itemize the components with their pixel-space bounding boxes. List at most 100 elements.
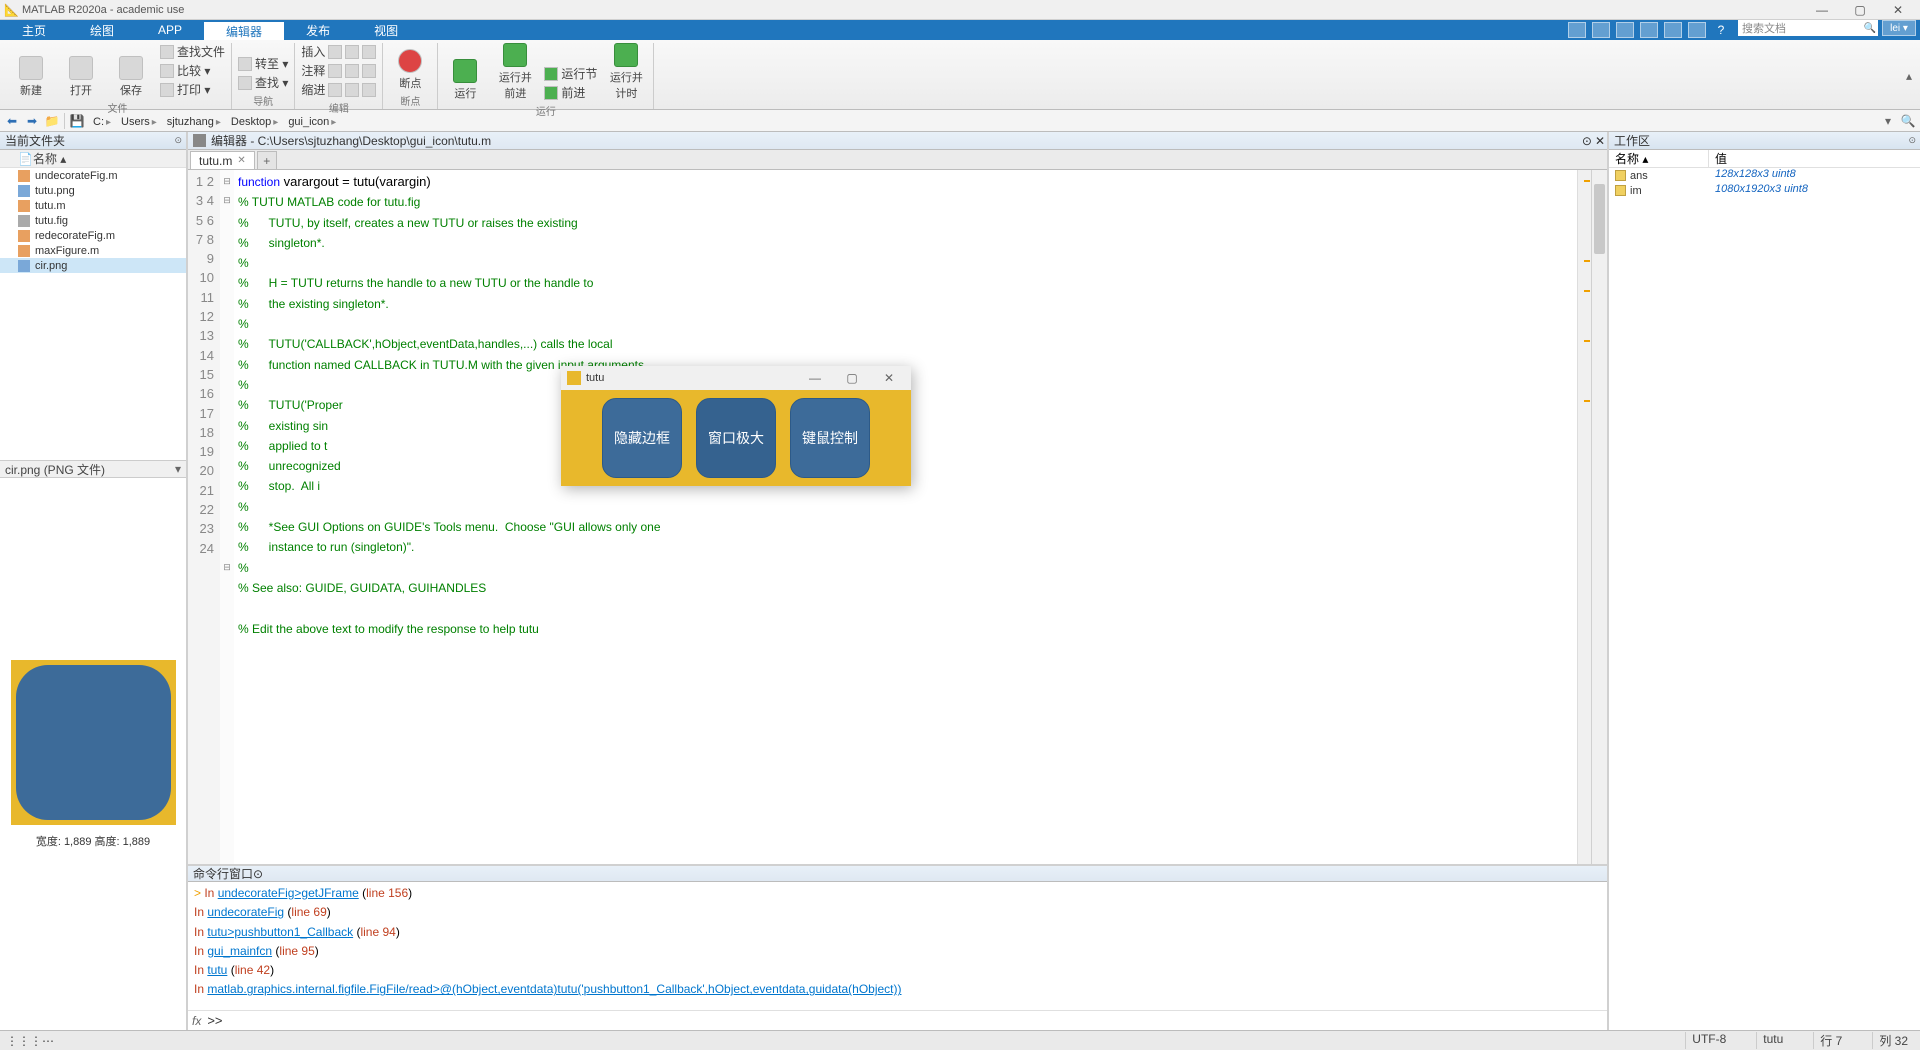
ribbon-tab-4[interactable]: 发布 (284, 20, 352, 40)
file-item[interactable]: tutu.fig (0, 213, 186, 228)
nav-forward[interactable]: ➡ (24, 113, 40, 129)
ws-name-column[interactable]: 名称 ▴ (1609, 150, 1709, 167)
nav-up[interactable]: 📁 (44, 113, 60, 129)
workspace-row[interactable]: im1080x1920x3 uint8 (1609, 183, 1920, 198)
advance-button[interactable]: 前进 (544, 84, 597, 101)
panel-menu-icon[interactable]: ⊙ (172, 135, 184, 146)
popup-action-button[interactable]: 隐藏边框 (602, 398, 682, 478)
ribbon-tab-0[interactable]: 主页 (0, 20, 68, 40)
status-col: 列 32 (1872, 1032, 1914, 1049)
popup-minimize[interactable]: — (799, 371, 831, 385)
quickaccess-icon[interactable] (1592, 22, 1610, 38)
command-window-header: 命令行窗口 ⊙ (188, 864, 1607, 882)
insert-row[interactable]: 插入 (301, 43, 376, 60)
popup-icon (567, 371, 581, 385)
nav-drive-icon[interactable]: 💾 (69, 113, 85, 129)
ribbon-tab-1[interactable]: 绘图 (68, 20, 136, 40)
editor-close-icon[interactable]: ✕ (1595, 134, 1605, 148)
ribbon-tab-2[interactable]: APP (136, 20, 204, 40)
matlab-icon: 📐 (4, 3, 18, 17)
address-search-icon[interactable]: 🔍 (1900, 113, 1916, 129)
ribbon-tab-3[interactable]: 编辑器 (204, 20, 284, 40)
quickaccess-icon[interactable] (1640, 22, 1658, 38)
ribbon-tab-5[interactable]: 视图 (352, 20, 420, 40)
file-detail-bar: cir.png (PNG 文件) ▾ (0, 460, 186, 478)
editor-tab[interactable]: tutu.m✕ (190, 151, 255, 169)
code-editor[interactable]: 1 2 3 4 5 6 7 8 9 10 11 12 13 14 15 16 1… (188, 170, 1607, 864)
quickaccess-icon[interactable] (1616, 22, 1634, 38)
fx-icon[interactable]: fx (192, 1014, 201, 1028)
help-icon[interactable]: ? (1712, 22, 1730, 38)
window-close[interactable]: ✕ (1886, 3, 1910, 17)
file-preview: 宽度: 1,889 高度: 1,889 (0, 478, 186, 1030)
run-advance-button[interactable]: 运行并 前进 (494, 43, 536, 101)
print-button[interactable]: 打印 ▾ (160, 81, 225, 98)
popup-action-button[interactable]: 键鼠控制 (790, 398, 870, 478)
ribbon-tabs: 主页绘图APP编辑器发布视图? 搜索文档lei ▾ (0, 20, 1920, 40)
preview-caption: 宽度: 1,889 高度: 1,889 (36, 833, 150, 849)
file-item[interactable]: tutu.png (0, 183, 186, 198)
window-maximize[interactable]: ▢ (1848, 3, 1872, 17)
save-file-button[interactable]: 保存 (110, 56, 152, 98)
quickaccess-icon[interactable] (1568, 22, 1586, 38)
command-window[interactable]: > In undecorateFig>getJFrame (line 156) … (188, 882, 1607, 1010)
title-bar: 📐 MATLAB R2020a - academic use — ▢ ✕ (0, 0, 1920, 20)
popup-close[interactable]: ✕ (873, 371, 905, 385)
file-item[interactable]: tutu.m (0, 198, 186, 213)
address-dropdown[interactable]: ▾ (1880, 113, 1896, 129)
breadcrumb-segment[interactable]: sjtuzhang (163, 116, 227, 128)
file-item[interactable]: cir.png (0, 258, 186, 273)
ribbon-toolbar: 新建 打开 保存 查找文件 比较 ▾ 打印 ▾ 文件 转至 ▾ 查找 ▾ 导航 … (0, 40, 1920, 110)
popup-action-button[interactable]: 窗口极大 (696, 398, 776, 478)
find-files-button[interactable]: 查找文件 (160, 43, 225, 60)
breakpoints-button[interactable]: 断点 (389, 49, 431, 91)
quickaccess-icon[interactable] (1688, 22, 1706, 38)
add-tab-button[interactable]: + (257, 151, 277, 169)
cmd-menu-icon[interactable]: ⊙ (253, 867, 263, 881)
detail-dropdown-icon[interactable]: ▾ (175, 462, 181, 476)
open-file-button[interactable]: 打开 (60, 56, 102, 98)
ribbon-collapse[interactable]: ▴ (1902, 43, 1916, 109)
run-time-button[interactable]: 运行并 计时 (605, 43, 647, 101)
find-button[interactable]: 查找 ▾ (238, 74, 288, 91)
file-type-icon (18, 245, 30, 257)
variable-icon (1615, 170, 1626, 181)
goto-button[interactable]: 转至 ▾ (238, 55, 288, 72)
breadcrumb-segment[interactable]: gui_icon (284, 116, 342, 128)
file-type-icon (18, 215, 30, 227)
nav-back[interactable]: ⬅ (4, 113, 20, 129)
workspace-menu-icon[interactable]: ⊙ (1906, 135, 1918, 146)
window-minimize[interactable]: — (1810, 3, 1834, 17)
file-name-column[interactable]: 📄 名称 ▴ (0, 150, 186, 168)
file-item[interactable]: redecorateFig.m (0, 228, 186, 243)
minimap[interactable] (1577, 170, 1591, 864)
workspace-row[interactable]: ans128x128x3 uint8 (1609, 168, 1920, 183)
compare-button[interactable]: 比较 ▾ (160, 62, 225, 79)
user-menu[interactable]: lei ▾ (1882, 20, 1916, 36)
breadcrumb-segment[interactable]: C: (89, 116, 117, 128)
file-item[interactable]: undecorateFig.m (0, 168, 186, 183)
search-input[interactable]: 搜索文档 (1738, 20, 1878, 36)
run-section-button[interactable]: 运行节 (544, 65, 597, 82)
file-type-icon (18, 185, 30, 197)
new-file-button[interactable]: 新建 (10, 56, 52, 98)
status-row: 行 7 (1813, 1032, 1848, 1049)
editor-scrollbar[interactable] (1591, 170, 1607, 864)
quickaccess-icon[interactable] (1664, 22, 1682, 38)
ws-value-column[interactable]: 值 (1709, 150, 1920, 167)
tab-close-icon[interactable]: ✕ (237, 155, 245, 166)
popup-maximize[interactable]: ▢ (836, 371, 868, 385)
indent-row[interactable]: 缩进 (301, 81, 376, 98)
breadcrumb-segment[interactable]: Desktop (227, 116, 284, 128)
preview-image (11, 660, 176, 825)
workspace-columns[interactable]: 名称 ▴ 值 (1609, 150, 1920, 168)
file-type-icon (18, 230, 30, 242)
command-prompt[interactable]: fx>> (188, 1010, 1607, 1030)
comment-row[interactable]: 注释 (301, 62, 376, 79)
editor-menu-icon[interactable]: ⊙ (1582, 134, 1592, 148)
breadcrumb-segment[interactable]: Users (117, 116, 163, 128)
file-item[interactable]: maxFigure.m (0, 243, 186, 258)
right-panel: 工作区 ⊙ 名称 ▴ 值 ans128x128x3 uint8im1080x19… (1607, 132, 1920, 1030)
popup-title-bar[interactable]: tutu — ▢ ✕ (561, 366, 911, 390)
run-button[interactable]: 运行 (444, 59, 486, 101)
